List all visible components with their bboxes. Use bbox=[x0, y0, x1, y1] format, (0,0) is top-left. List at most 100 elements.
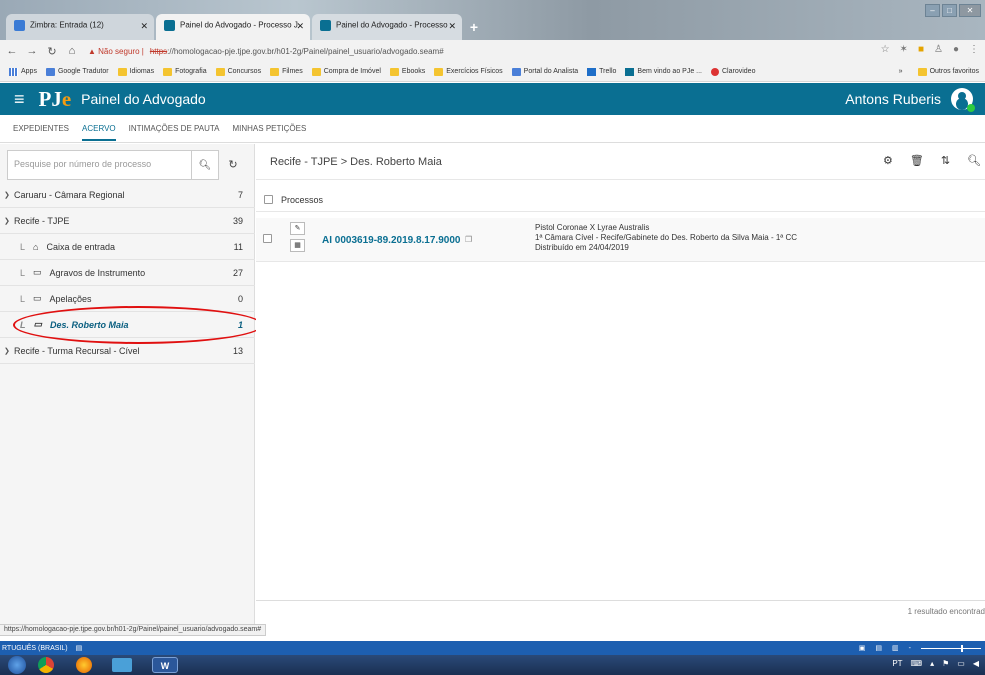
home-icon: ⌂ bbox=[33, 241, 39, 252]
pje-logo[interactable]: PJe bbox=[39, 87, 72, 112]
word-icon[interactable]: W bbox=[152, 657, 178, 673]
tree-item-agravos[interactable]: L ▭ Agravos de Instrumento 27 bbox=[0, 260, 255, 286]
extension-icon[interactable]: ✶ bbox=[900, 44, 908, 55]
folder-icon bbox=[389, 67, 399, 76]
menu-icon[interactable]: ⋮ bbox=[969, 44, 979, 55]
start-button-icon[interactable] bbox=[8, 656, 26, 674]
bookmark-pje[interactable]: Bem vindo ao PJe ... bbox=[625, 67, 702, 76]
read-mode-icon[interactable]: ▣ bbox=[859, 644, 866, 652]
security-indicator[interactable]: ▲ Não seguro | bbox=[88, 47, 144, 56]
reload-icon[interactable]: ↻ bbox=[44, 45, 60, 58]
trash-icon[interactable]: 🗑︎ bbox=[910, 154, 924, 167]
star-icon[interactable]: ☆ bbox=[881, 44, 890, 55]
gavel-icon[interactable]: ✎ bbox=[290, 222, 305, 235]
bookmark-compra-de-imovel[interactable]: Compra de Imóvel bbox=[311, 67, 381, 76]
refresh-icon: ↻ bbox=[228, 159, 238, 171]
zoom-slider[interactable] bbox=[921, 644, 981, 652]
divider bbox=[256, 600, 985, 601]
process-checkbox[interactable] bbox=[263, 234, 272, 243]
settings-icon[interactable]: ⚙ bbox=[883, 154, 893, 167]
language-indicator[interactable]: RTUGUÊS (BRASIL) bbox=[2, 645, 68, 652]
volume-icon[interactable]: ◀ bbox=[973, 659, 979, 668]
user-avatar-icon[interactable] bbox=[951, 88, 975, 112]
hamburger-menu-icon[interactable]: ≡ bbox=[14, 89, 25, 110]
bookmark-label: Apps bbox=[21, 68, 37, 75]
tray-arrow-icon[interactable]: ▴ bbox=[930, 659, 934, 668]
search-button[interactable]: 🔍︎ bbox=[192, 150, 219, 180]
close-tab-icon[interactable]: ✕ bbox=[140, 21, 148, 32]
browser-tab-pje[interactable]: Painel do Advogado - Processo ✕ bbox=[312, 14, 462, 40]
folder-icon bbox=[311, 67, 321, 76]
tab-acervo[interactable]: ACERVO bbox=[82, 124, 116, 141]
highlight-annotation bbox=[13, 306, 263, 344]
user-name[interactable]: Antons Ruberis bbox=[845, 91, 941, 107]
bookmark-apps[interactable]: Apps bbox=[9, 67, 37, 76]
minimize-icon[interactable]: – bbox=[925, 4, 940, 17]
select-all-checkbox[interactable] bbox=[264, 195, 273, 204]
tray-language[interactable]: PT bbox=[892, 659, 902, 668]
extension-icon[interactable]: ■ bbox=[918, 44, 924, 55]
bookmark-label: Clarovideo bbox=[722, 68, 756, 75]
bookmark-fotografia[interactable]: Fotografia bbox=[163, 67, 207, 76]
sort-icon[interactable]: ⇅ bbox=[941, 154, 950, 167]
flag-icon[interactable]: ⚑ bbox=[942, 659, 949, 668]
inbox-icon: ▭ bbox=[33, 293, 42, 303]
calendar-icon[interactable]: ▦ bbox=[290, 239, 305, 252]
close-tab-icon[interactable]: ✕ bbox=[296, 21, 304, 32]
tab-intimacoes-de-pauta[interactable]: INTIMAÇÕES DE PAUTA bbox=[129, 124, 220, 133]
chevron-down-icon[interactable]: ❯ bbox=[4, 217, 14, 225]
folder-icon bbox=[434, 67, 444, 76]
browser-tab-pje-active[interactable]: Painel do Advogado - Processo J ✕ bbox=[156, 14, 310, 40]
bookmark-idiomas[interactable]: Idiomas bbox=[117, 67, 154, 76]
extension-icon[interactable]: ♙ bbox=[934, 44, 943, 55]
print-layout-icon[interactable]: ▤ bbox=[875, 644, 882, 652]
web-layout-icon[interactable]: ▥ bbox=[892, 644, 899, 652]
profile-icon[interactable]: ● bbox=[953, 44, 959, 55]
search-icon[interactable]: 🔍︎ bbox=[967, 154, 981, 167]
process-court: 1ª Câmara Cível - Recife/Gabinete do Des… bbox=[535, 233, 798, 242]
close-window-icon[interactable]: ✕ bbox=[959, 4, 981, 17]
book-icon[interactable]: ▤ bbox=[76, 644, 83, 652]
chrome-icon[interactable] bbox=[38, 657, 54, 673]
bookmark-trello[interactable]: Trello bbox=[587, 67, 616, 76]
keyboard-icon[interactable]: ⌨ bbox=[911, 659, 923, 668]
process-search-input[interactable]: Pesquise por número de processo bbox=[7, 150, 192, 180]
network-icon[interactable]: ▭ bbox=[957, 659, 965, 668]
url-input[interactable]: https://homologacao-pje.tjpe.gov.br/h01-… bbox=[150, 47, 444, 56]
bookmark-concursos[interactable]: Concursos bbox=[215, 67, 261, 76]
bookmark-filmes[interactable]: Filmes bbox=[270, 67, 303, 76]
apps-icon bbox=[9, 67, 18, 76]
tree-item-label: Caixa de entrada bbox=[46, 241, 115, 252]
firefox-icon[interactable] bbox=[76, 657, 92, 673]
tab-minhas-peticoes[interactable]: MINHAS PETIÇÕES bbox=[232, 124, 306, 133]
tree-item-caixa-de-entrada[interactable]: L ⌂ Caixa de entrada 11 bbox=[0, 234, 255, 260]
chevron-right-icon[interactable]: ❯ bbox=[4, 347, 14, 355]
maximize-icon[interactable]: □ bbox=[942, 4, 957, 17]
tree-item-label: Agravos de Instrumento bbox=[49, 267, 146, 278]
new-tab-button[interactable]: + bbox=[466, 20, 482, 34]
zoom-out-icon[interactable]: - bbox=[909, 645, 911, 652]
tree-item-recife-tjpe[interactable]: ❯ Recife - TJPE 39 bbox=[0, 208, 255, 234]
copy-icon[interactable]: ❐ bbox=[465, 235, 472, 244]
bookmark-clarovideo[interactable]: Clarovideo bbox=[711, 67, 756, 76]
home-icon[interactable]: ⌂ bbox=[64, 45, 80, 57]
chevron-right-icon[interactable]: ❯ bbox=[4, 191, 14, 199]
logo-pj: PJ bbox=[38, 86, 62, 111]
bookmark-ebooks[interactable]: Ebooks bbox=[389, 67, 425, 76]
word-status-bar: RTUGUÊS (BRASIL) ▤ ▣ ▤ ▥ - bbox=[0, 641, 985, 655]
tree-item-caruaru[interactable]: ❯ Caruaru - Câmara Regional 7 bbox=[0, 182, 255, 208]
browser-tab-zimbra[interactable]: Zimbra: Entrada (12) ✕ bbox=[6, 14, 154, 40]
bookmarks-overflow-button[interactable]: » bbox=[899, 68, 903, 75]
close-tab-icon[interactable]: ✕ bbox=[448, 21, 456, 32]
bookmark-exercicios-fisicos[interactable]: Exercícios Físicos bbox=[434, 67, 503, 76]
bookmark-outros-favoritos[interactable]: Outros favoritos bbox=[917, 67, 979, 76]
bookmark-google-tradutor[interactable]: Google Tradutor bbox=[45, 67, 109, 76]
file-explorer-icon[interactable] bbox=[112, 658, 132, 672]
forward-icon[interactable]: → bbox=[24, 45, 40, 57]
tab-expedientes[interactable]: EXPEDIENTES bbox=[13, 124, 69, 133]
bookmark-portal-do-analista[interactable]: Portal do Analista bbox=[511, 67, 578, 76]
back-icon[interactable]: ← bbox=[4, 45, 20, 57]
refresh-button[interactable]: ↻ bbox=[219, 150, 247, 180]
view-controls: ▣ ▤ ▥ - bbox=[859, 644, 981, 652]
process-number-link[interactable]: AI 0003619-89.2019.8.17.9000 bbox=[322, 235, 460, 246]
